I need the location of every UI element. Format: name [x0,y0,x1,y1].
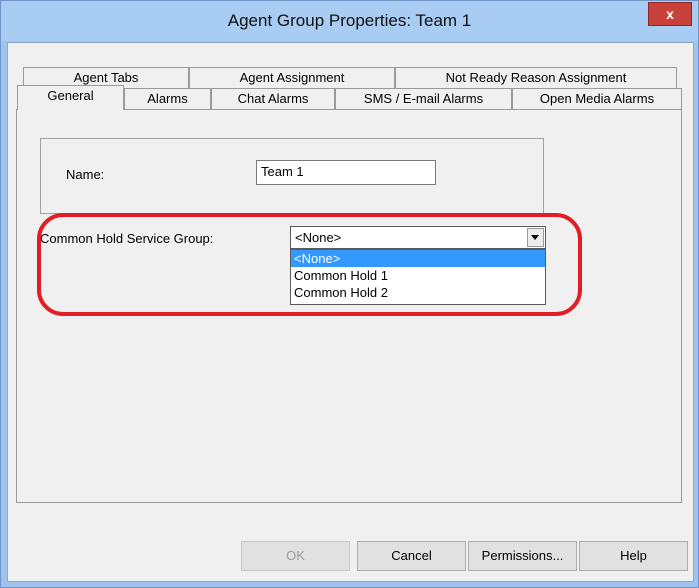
tab-not-ready-reason-assignment[interactable]: Not Ready Reason Assignment [395,67,677,88]
title-bar[interactable]: Agent Group Properties: Team 1 x [1,1,698,41]
close-button[interactable]: x [648,2,692,26]
dropdown-option-common-hold-2[interactable]: Common Hold 2 [291,284,545,301]
ok-button[interactable]: OK [241,541,350,571]
cancel-button[interactable]: Cancel [357,541,466,571]
window-title: Agent Group Properties: Team 1 [227,11,472,30]
dialog-client-area: Agent Tabs Agent Assignment Not Ready Re… [7,42,694,582]
help-button[interactable]: Help [579,541,688,571]
tab-alarms[interactable]: Alarms [124,88,211,109]
dropdown-option-none[interactable]: <None> [291,250,545,267]
tab-agent-assignment[interactable]: Agent Assignment [189,67,395,88]
tab-chat-alarms[interactable]: Chat Alarms [211,88,335,109]
common-hold-label: Common Hold Service Group: [40,231,214,246]
tab-sms-email-alarms[interactable]: SMS / E-mail Alarms [335,88,512,109]
tab-open-media-alarms[interactable]: Open Media Alarms [512,88,682,109]
name-label: Name: [66,167,105,182]
common-hold-selected-value: <None> [295,230,342,245]
common-hold-combobox[interactable]: <None> [290,226,546,249]
tab-general[interactable]: General [17,85,124,110]
name-input[interactable]: Team 1 [256,160,436,185]
common-hold-dropdown-list: <None> Common Hold 1 Common Hold 2 [290,249,546,305]
chevron-down-icon[interactable] [527,228,544,247]
dialog-window: Agent Group Properties: Team 1 x Agent T… [0,0,699,588]
dropdown-option-common-hold-1[interactable]: Common Hold 1 [291,267,545,284]
permissions-button[interactable]: Permissions... [468,541,577,571]
